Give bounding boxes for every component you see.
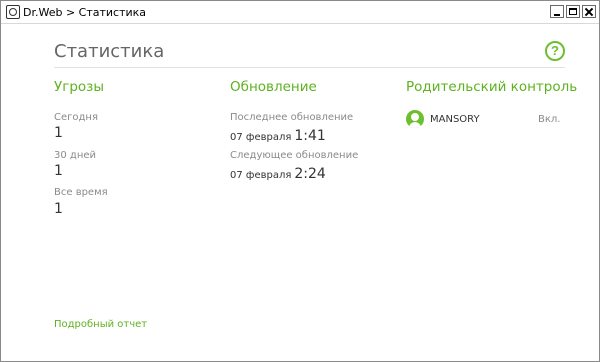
drweb-app-icon [6, 5, 20, 19]
threats-section-title: Угрозы [54, 79, 104, 95]
next-update-value: 07 февраля 2:24 [230, 163, 326, 182]
title-bar[interactable]: Dr.Web > Статистика [1, 1, 599, 24]
page-title: Статистика [54, 41, 165, 62]
threats-today-label: Сегодня [54, 112, 98, 123]
last-update-date: 07 февраля [230, 132, 292, 143]
user-avatar-icon [406, 110, 424, 128]
update-section-title: Обновление [230, 79, 317, 95]
window-title: Dr.Web > Статистика [23, 6, 147, 19]
minimize-button[interactable] [550, 5, 564, 18]
threats-today-value: 1 [54, 125, 63, 141]
help-icon[interactable]: ? [545, 41, 565, 61]
header-divider [54, 67, 565, 68]
app-window: Dr.Web > Статистика Статистика ? Угрозы … [0, 0, 600, 362]
threats-30days-label: 30 дней [54, 150, 97, 161]
threats-alltime-value: 1 [54, 201, 63, 217]
next-update-time: 2:24 [294, 166, 326, 182]
last-update-value: 07 февраля 1:41 [230, 125, 326, 144]
threats-alltime-label: Все время [54, 187, 108, 198]
close-button[interactable] [582, 5, 596, 18]
parental-user-name[interactable]: MANSORY [430, 114, 480, 125]
last-update-label: Последнее обновление [230, 112, 354, 123]
parental-section-title: Родительский контроль [406, 79, 578, 95]
next-update-date: 07 февраля [230, 170, 292, 181]
next-update-label: Следующее обновление [230, 150, 359, 161]
parental-user-status: Вкл. [538, 114, 561, 125]
detailed-report-link[interactable]: Подробный отчет [54, 319, 147, 330]
threats-30days-value: 1 [54, 163, 63, 179]
maximize-button[interactable] [566, 5, 580, 18]
last-update-time: 1:41 [294, 128, 326, 144]
